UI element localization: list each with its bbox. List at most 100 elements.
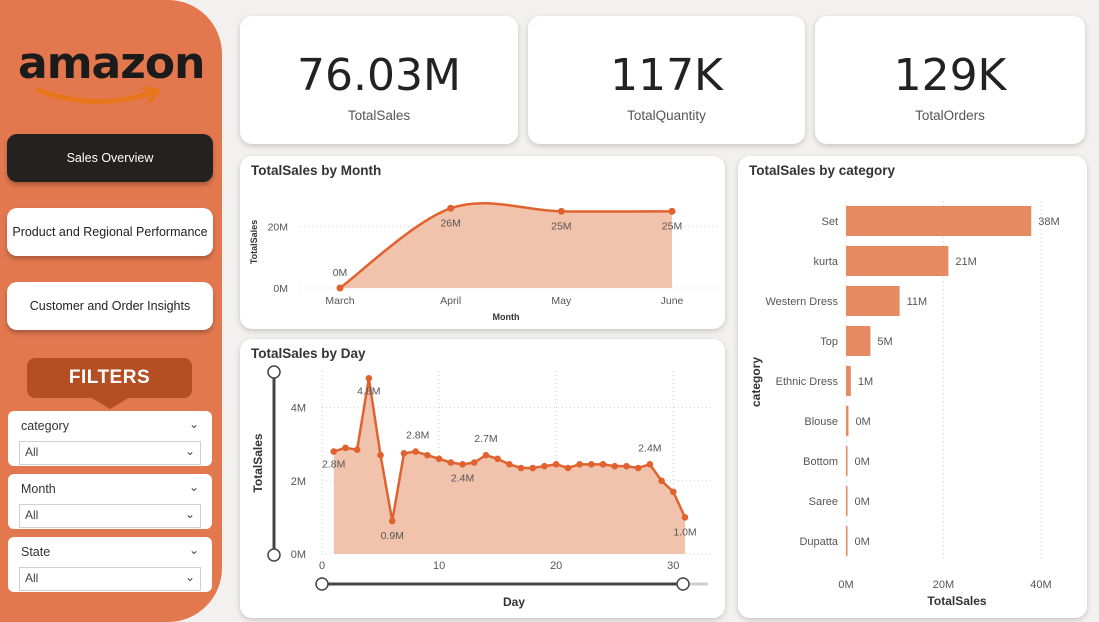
dropdown-value: All bbox=[25, 508, 39, 522]
nav-product-regional[interactable]: Product and Regional Performance bbox=[7, 208, 213, 256]
y-tick-label: 2M bbox=[291, 476, 306, 488]
x-tick-label: March bbox=[325, 295, 354, 307]
filter-month[interactable]: Month ⌄ All ⌄ bbox=[8, 474, 212, 529]
nav-sales-overview[interactable]: Sales Overview bbox=[7, 134, 213, 182]
data-label: 1.0M bbox=[673, 526, 696, 538]
bar bbox=[846, 326, 871, 356]
data-point bbox=[424, 451, 431, 459]
data-label: 4.8M bbox=[357, 385, 380, 397]
category-chart: 0M 20M 40M Set 38M kurta 21M Western Dress 11M To… bbox=[749, 201, 1060, 608]
chart-card-sales-by-month: TotalSales by Month 0M 20M 0M March 26M April… bbox=[240, 156, 725, 329]
data-point bbox=[412, 448, 419, 455]
month-chart: 0M 20M 0M March 26M April 25M May 25M June Month To… bbox=[249, 201, 718, 322]
data-label: 2.4M bbox=[451, 472, 474, 484]
data-point bbox=[506, 461, 513, 468]
kpi-card-total-orders: 129K TotalOrders bbox=[815, 16, 1085, 144]
data-point bbox=[470, 459, 478, 466]
chevron-down-icon: ⌄ bbox=[184, 444, 195, 458]
data-label: 0M bbox=[855, 456, 870, 468]
y-tick-label: 20M bbox=[268, 222, 288, 234]
data-point bbox=[599, 461, 607, 468]
data-label: 2.8M bbox=[322, 459, 345, 471]
data-point bbox=[459, 461, 466, 468]
x-tick-label: 20M bbox=[933, 579, 954, 591]
chevron-down-icon: ⌄ bbox=[184, 507, 195, 521]
nav-label: Customer and Order Insights bbox=[29, 299, 191, 313]
x-range-slider-handle[interactable] bbox=[315, 577, 329, 591]
data-point bbox=[435, 455, 443, 463]
kpi-label: TotalOrders bbox=[915, 108, 985, 123]
bar bbox=[846, 366, 851, 396]
data-point bbox=[557, 207, 565, 215]
filters-arrow bbox=[90, 397, 130, 409]
chart-card-sales-by-day: TotalSales by Day 0M 2M 4M 0 10 20 30 2.8M 4.8M 0… bbox=[240, 339, 725, 618]
data-point bbox=[529, 464, 537, 472]
chevron-down-icon[interactable]: ⌄ bbox=[189, 480, 199, 494]
data-point bbox=[623, 462, 630, 470]
data-point bbox=[576, 461, 583, 468]
y-tick-label: Top bbox=[820, 336, 838, 348]
data-point bbox=[388, 517, 396, 525]
data-point bbox=[611, 462, 619, 470]
bar bbox=[846, 206, 1032, 236]
data-point bbox=[447, 204, 455, 212]
y-range-slider-handle[interactable] bbox=[267, 548, 281, 562]
x-tick-label: 30 bbox=[667, 560, 679, 572]
chevron-down-icon[interactable]: ⌄ bbox=[189, 417, 199, 431]
x-tick-label: 0 bbox=[319, 560, 325, 572]
state-dropdown[interactable]: All ⌄ bbox=[19, 567, 201, 591]
data-label: 25M bbox=[551, 220, 571, 232]
data-point bbox=[330, 448, 338, 455]
filter-state[interactable]: State ⌄ All ⌄ bbox=[8, 537, 212, 592]
data-point bbox=[658, 477, 665, 485]
x-tick-label: 10 bbox=[433, 560, 445, 572]
data-point bbox=[564, 464, 572, 472]
kpi-label: TotalQuantity bbox=[627, 108, 706, 123]
kpi-value: 117K bbox=[610, 50, 723, 101]
y-axis-title: category bbox=[749, 357, 763, 407]
y-range-slider-handle[interactable] bbox=[267, 365, 281, 379]
filter-label: Month bbox=[21, 482, 56, 496]
nav-customer-order[interactable]: Customer and Order Insights bbox=[7, 282, 213, 330]
y-tick-label: 0M bbox=[291, 549, 306, 561]
bar bbox=[846, 486, 848, 516]
data-label: 0M bbox=[855, 416, 870, 428]
data-point bbox=[353, 446, 361, 453]
dropdown-value: All bbox=[25, 445, 39, 459]
day-chart: 0M 2M 4M 0 10 20 30 2.8M 4.8M 0.9M 2.8M 2.4M 2.7M 2.4… bbox=[251, 365, 714, 609]
data-label: 25M bbox=[662, 220, 682, 232]
data-label: 1M bbox=[858, 376, 873, 388]
amazon-logo: amazon bbox=[18, 38, 205, 110]
data-label: 0M bbox=[855, 496, 870, 508]
data-label: 38M bbox=[1038, 216, 1059, 228]
x-range-slider-handle[interactable] bbox=[676, 577, 690, 591]
data-label: 26M bbox=[440, 217, 460, 229]
data-point bbox=[646, 461, 654, 468]
x-tick-label: April bbox=[440, 295, 461, 307]
month-dropdown[interactable]: All ⌄ bbox=[19, 504, 201, 528]
y-tick-label: Set bbox=[821, 216, 838, 228]
bar bbox=[846, 446, 848, 476]
data-label: 0M bbox=[855, 536, 870, 548]
category-dropdown[interactable]: All ⌄ bbox=[19, 441, 201, 465]
data-point bbox=[552, 461, 560, 468]
y-axis-title: TotalSales bbox=[251, 433, 265, 492]
chart-card-sales-by-category: TotalSales by category 0M 20M 40M Set 38M kur… bbox=[738, 156, 1087, 618]
data-point bbox=[669, 488, 677, 496]
nav-label: Product and Regional Performance bbox=[12, 225, 208, 239]
kpi-card-total-quantity: 117K TotalQuantity bbox=[528, 16, 805, 144]
y-axis-title: TotalSales bbox=[249, 220, 259, 264]
y-tick-label: Ethnic Dress bbox=[776, 376, 839, 388]
bar bbox=[846, 526, 848, 556]
data-point bbox=[447, 459, 455, 466]
data-point bbox=[588, 461, 595, 468]
data-point bbox=[365, 375, 373, 382]
data-point bbox=[377, 451, 384, 459]
nav-label: Sales Overview bbox=[66, 151, 154, 165]
chevron-down-icon[interactable]: ⌄ bbox=[189, 543, 199, 557]
filter-category[interactable]: category ⌄ All ⌄ bbox=[8, 411, 212, 466]
data-label: 2.8M bbox=[406, 430, 429, 442]
filter-label: category bbox=[21, 419, 69, 433]
data-point bbox=[494, 455, 501, 463]
y-tick-label: 4M bbox=[291, 403, 306, 415]
